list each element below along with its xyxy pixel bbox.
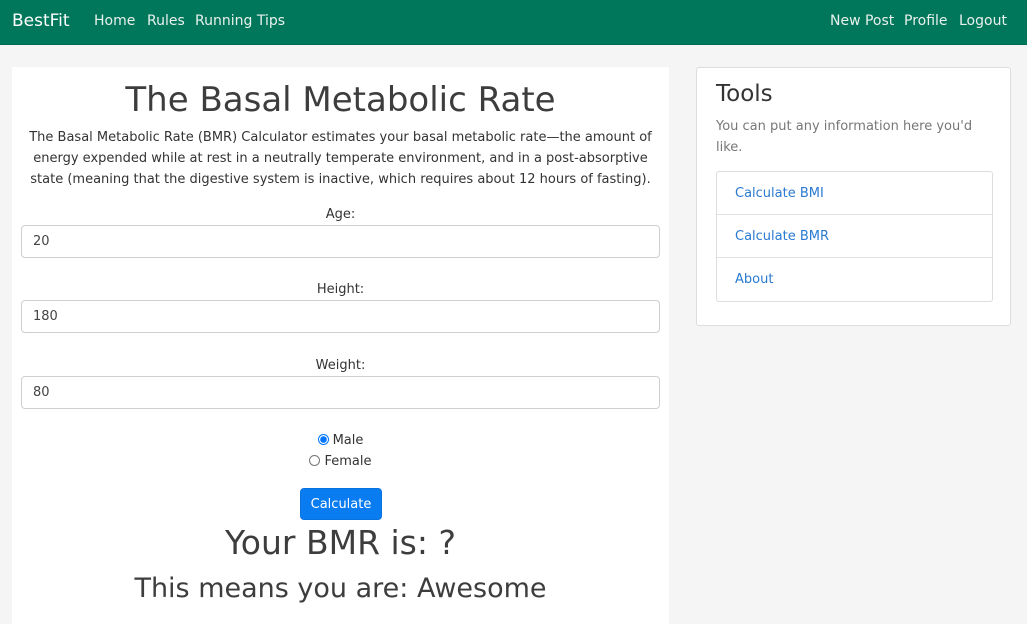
tools-list: Calculate BMI Calculate BMR About — [716, 171, 993, 302]
age-input[interactable] — [21, 225, 660, 258]
female-radio-label: Female — [324, 454, 372, 469]
male-radio-label: Male — [332, 433, 364, 448]
nav-link-home[interactable]: Home — [94, 12, 135, 30]
female-radio[interactable] — [309, 455, 321, 466]
sidebar-description: You can put any information here you'd l… — [716, 119, 973, 155]
calculate-button[interactable]: Calculate — [300, 488, 382, 520]
nav-link-new-post[interactable]: New Post — [830, 12, 894, 30]
age-label: Age: — [325, 207, 356, 222]
top-navbar: BestFit Home Rules Running Tips New Post… — [0, 0, 1027, 45]
male-radio[interactable] — [317, 434, 329, 445]
tools-sidebar: Tools You can put any information here y… — [696, 67, 1011, 326]
weight-input[interactable] — [21, 376, 660, 409]
sidebar-title: Tools — [716, 81, 773, 107]
tools-list-item: Calculate BMI — [717, 172, 992, 215]
tools-list-item: About — [717, 258, 992, 301]
nav-link-profile[interactable]: Profile — [904, 12, 948, 30]
bmr-result-heading: Your BMR is: ? — [225, 523, 456, 562]
gender-option-male: Male — [22, 432, 659, 450]
nav-link-rules[interactable]: Rules — [147, 12, 185, 30]
nav-link-logout[interactable]: Logout — [959, 12, 1007, 30]
tools-list-item: Calculate BMR — [717, 215, 992, 258]
intro-paragraph: The Basal Metabolic Rate (BMR) Calculato… — [29, 130, 652, 187]
weight-label: Weight: — [315, 358, 366, 373]
calculate-bmi-link[interactable]: Calculate BMI — [735, 186, 824, 201]
gender-option-female: Female — [22, 453, 659, 471]
bmr-meaning-heading: This means you are: Awesome — [134, 573, 547, 604]
calculate-bmr-link[interactable]: Calculate BMR — [735, 229, 829, 244]
height-input[interactable] — [21, 300, 660, 333]
height-label: Height: — [316, 282, 365, 297]
about-link[interactable]: About — [735, 272, 773, 287]
brand-logo-link[interactable]: BestFit — [12, 10, 70, 32]
nav-link-running-tips[interactable]: Running Tips — [195, 12, 285, 30]
page-title: The Basal Metabolic Rate — [125, 80, 556, 120]
